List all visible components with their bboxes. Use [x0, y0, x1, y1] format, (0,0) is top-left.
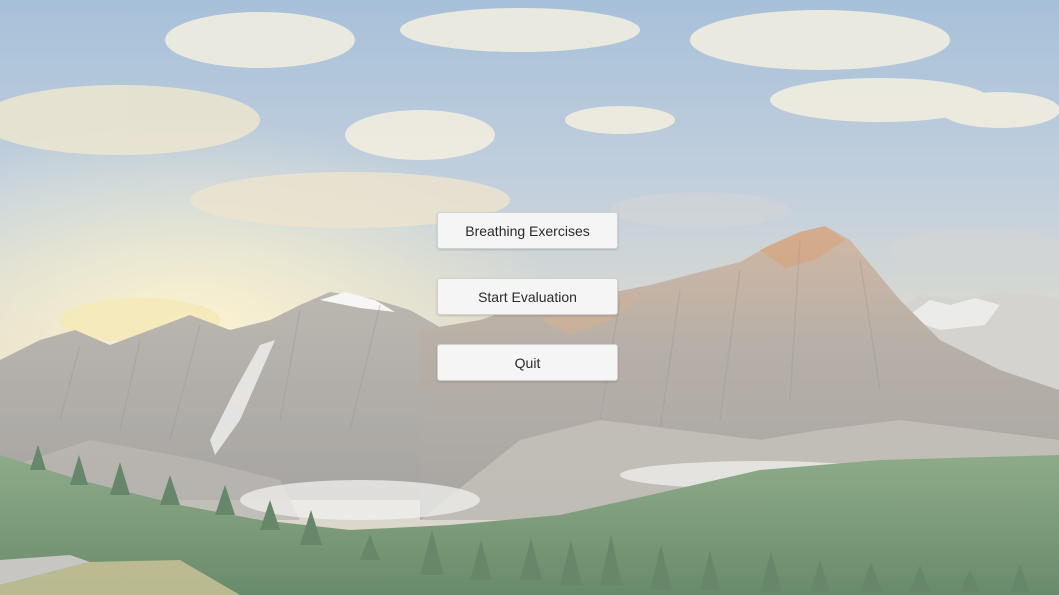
- main-menu-screen: Breathing Exercises Start Evaluation Qui…: [0, 0, 1059, 595]
- breathing-exercises-button[interactable]: Breathing Exercises: [437, 212, 618, 249]
- quit-button[interactable]: Quit: [437, 344, 618, 381]
- start-evaluation-button[interactable]: Start Evaluation: [437, 278, 618, 315]
